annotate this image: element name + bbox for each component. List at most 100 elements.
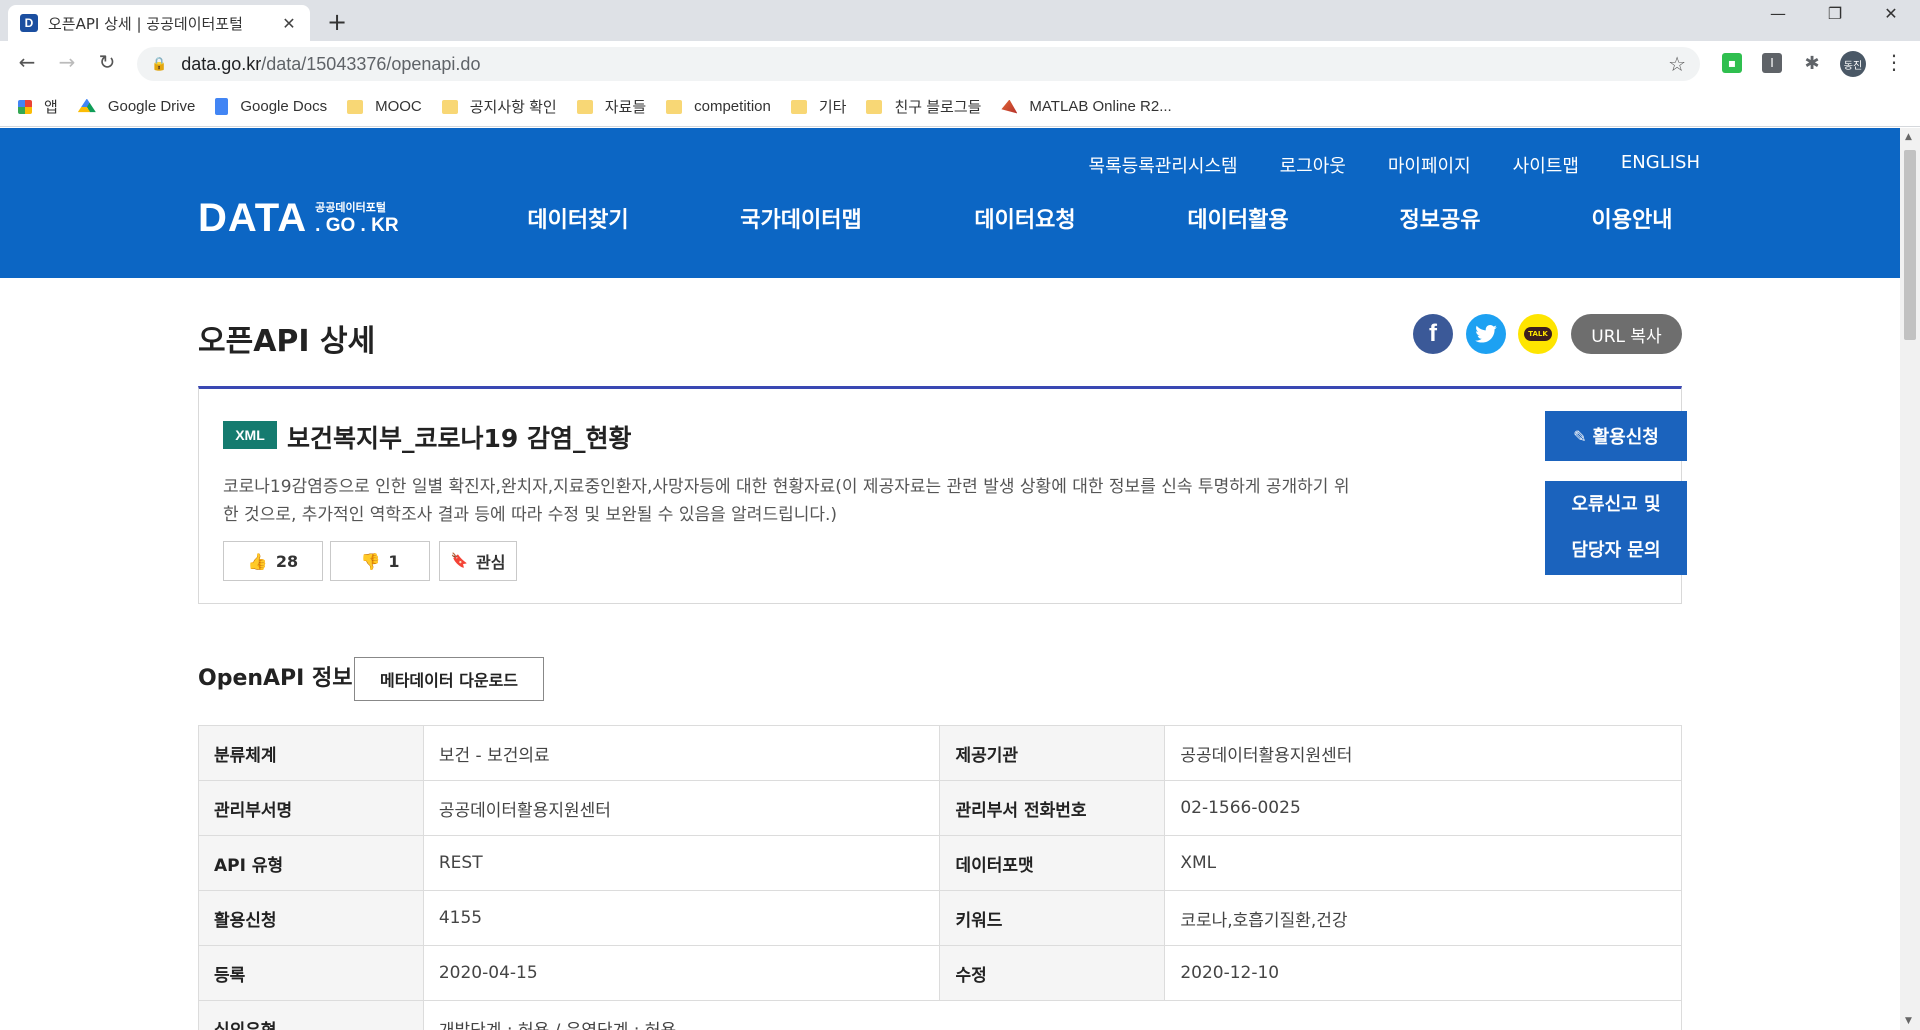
google-drive-icon [77, 98, 96, 113]
browser-toolbar: ← → ↻ 🔒 data.go.kr/data/15043376/openapi… [0, 41, 1920, 87]
page-viewport: 목록등록관리시스템 로그아웃 마이페이지 사이트맵 ENGLISH DATA 공… [0, 128, 1900, 1030]
table-value: 2020-04-15 [422, 945, 941, 1001]
folder-icon [347, 99, 364, 114]
pencil-icon: ✎ [1573, 426, 1587, 446]
favorite-label: 관심 [475, 553, 506, 572]
util-link-logout[interactable]: 로그아웃 [1280, 152, 1346, 178]
openapi-section-title: OpenAPI 정보 [198, 666, 353, 691]
extensions-puzzle-icon[interactable]: ✱ [1802, 53, 1822, 74]
site-favicon: D [20, 14, 38, 32]
bookmark-matlab-online[interactable]: MATLAB Online R2... [1001, 98, 1172, 115]
page-scrollbar[interactable]: ▲ ▼ [1900, 128, 1920, 1030]
tab-title: 오픈API 상세 | 공공데이터포털 [48, 14, 243, 33]
bookmark-icon: 🔖 [450, 553, 468, 569]
table-label: API 유형 [198, 835, 424, 891]
dislike-button[interactable]: 👎 1 [330, 541, 430, 581]
table-row: API 유형 REST 데이터포맷 XML [198, 835, 1682, 891]
util-link-english[interactable]: ENGLISH [1621, 152, 1700, 178]
new-tab-button[interactable]: + [322, 8, 352, 36]
url-host: data.go.kr [181, 53, 262, 74]
back-icon[interactable]: ← [12, 50, 42, 74]
nav-find-data[interactable]: 데이터찾기 [527, 202, 628, 234]
scrollbar-thumb[interactable] [1904, 150, 1916, 340]
bookmark-apps[interactable]: 앱 [18, 96, 58, 117]
table-label: 분류체계 [198, 725, 424, 781]
table-label: 관리부서명 [198, 780, 424, 836]
table-value: 공공데이터활용지원센터 [422, 780, 941, 836]
browser-menu-icon[interactable]: ⋮ [1884, 50, 1904, 74]
url-path: /data/15043376/openapi.do [261, 53, 481, 74]
table-label: 키워드 [939, 890, 1166, 946]
bookmark-folder-friend-blogs[interactable]: 친구 블로그들 [866, 96, 981, 117]
google-docs-icon [215, 98, 229, 115]
page-title: 오픈API 상세 [198, 324, 376, 359]
like-count: 28 [275, 551, 299, 571]
bookmark-folder-notice[interactable]: 공지사항 확인 [441, 96, 557, 117]
nav-data-request[interactable]: 데이터요청 [974, 202, 1075, 234]
report-error-button[interactable]: 오류신고 및 담당자 문의 [1545, 481, 1687, 575]
nav-info-sharing[interactable]: 정보공유 [1400, 202, 1481, 234]
table-row: 분류체계 보건 - 보건의료 제공기관 공공데이터활용지원센터 [198, 725, 1682, 781]
close-window-icon[interactable]: ✕ [1866, 4, 1916, 23]
util-link-mypage[interactable]: 마이페이지 [1388, 152, 1471, 178]
util-link-sitemap[interactable]: 사이트맵 [1513, 152, 1579, 178]
like-button[interactable]: 👍 28 [223, 541, 323, 581]
scroll-up-icon[interactable]: ▲ [1905, 132, 1912, 142]
table-row: 관리부서명 공공데이터활용지원센터 관리부서 전화번호 02-1566-0025 [198, 780, 1682, 836]
minimize-window-icon[interactable]: — [1753, 4, 1803, 23]
browser-tab[interactable]: D 오픈API 상세 | 공공데이터포털 ✕ [8, 5, 310, 41]
kakaotalk-share-icon[interactable]: TALK [1518, 314, 1558, 354]
folder-icon [576, 99, 593, 114]
extension-reader-icon[interactable]: I [1762, 53, 1782, 73]
main-nav: 데이터찾기 국가데이터맵 데이터요청 데이터활용 정보공유 이용안내 [0, 202, 1900, 242]
table-label: 등록 [198, 945, 424, 1001]
bookmark-folder-competition[interactable]: competition [666, 98, 771, 115]
restore-window-icon[interactable]: ❐ [1810, 4, 1860, 23]
table-label: 관리부서 전화번호 [939, 780, 1166, 836]
address-bar[interactable]: 🔒 data.go.kr/data/15043376/openapi.do ☆ [137, 47, 1700, 81]
forward-icon[interactable]: → [52, 50, 82, 74]
dataset-description: 코로나19감염증으로 인한 일별 확진자,완치자,지료중인환자,사망자등에 대한… [223, 477, 1350, 525]
profile-avatar[interactable]: 동진 [1840, 51, 1866, 77]
reload-icon[interactable]: ↻ [92, 50, 122, 74]
folder-icon [666, 99, 683, 114]
matlab-icon [1001, 99, 1018, 114]
table-value: 보건 - 보건의료 [422, 725, 941, 781]
table-value: 코로나,호흡기질환,건강 [1164, 890, 1682, 946]
nav-data-utilization[interactable]: 데이터활용 [1187, 202, 1288, 234]
table-label: 활용신청 [198, 890, 424, 946]
nav-user-guide[interactable]: 이용안내 [1592, 202, 1673, 234]
metadata-download-button[interactable]: 메타데이터 다운로드 [354, 657, 544, 701]
extension-green-icon[interactable]: ▪ [1722, 53, 1742, 73]
format-badge: XML [223, 421, 277, 449]
apps-grid-icon [18, 99, 32, 114]
bookmark-folder-etc[interactable]: 기타 [790, 96, 846, 117]
utility-nav: 목록등록관리시스템 로그아웃 마이페이지 사이트맵 ENGLISH [1089, 152, 1700, 178]
bookmark-google-docs[interactable]: Google Docs [215, 98, 327, 115]
close-tab-icon[interactable]: ✕ [280, 14, 298, 33]
table-value: 개발단계 : 허용 / 운영단계 : 허용 [422, 1000, 1683, 1030]
thumbs-up-icon: 👍 [247, 551, 268, 571]
bookmark-google-drive[interactable]: Google Drive [77, 98, 195, 115]
table-row: 등록 2020-04-15 수정 2020-12-10 [198, 945, 1682, 1001]
browser-tabstrip: D 오픈API 상세 | 공공데이터포털 ✕ + — ❐ ✕ [0, 0, 1920, 41]
scroll-down-icon[interactable]: ▼ [1905, 1016, 1912, 1026]
table-row: 활용신청 4155 키워드 코로나,호흡기질환,건강 [198, 890, 1682, 946]
table-value: 4155 [422, 890, 941, 946]
url-copy-button[interactable]: URL 복사 [1571, 314, 1682, 354]
nav-national-data-map[interactable]: 국가데이터맵 [740, 202, 861, 234]
table-value: 02-1566-0025 [1164, 780, 1682, 836]
bookmark-folder-materials[interactable]: 자료들 [576, 96, 646, 117]
table-value: REST [422, 835, 941, 891]
table-label: 심의유형 [198, 1000, 424, 1030]
facebook-share-icon[interactable]: f [1413, 314, 1453, 354]
bookmark-star-icon[interactable]: ☆ [1668, 52, 1686, 76]
util-link-catalog-system[interactable]: 목록등록관리시스템 [1089, 152, 1238, 178]
bookmark-folder-mooc[interactable]: MOOC [347, 98, 422, 115]
folder-icon [866, 99, 883, 114]
table-value: 2020-12-10 [1164, 945, 1682, 1001]
apply-usage-button[interactable]: ✎ 활용신청 [1545, 411, 1687, 461]
favorite-button[interactable]: 🔖 관심 [439, 541, 517, 581]
table-row: 심의유형 개발단계 : 허용 / 운영단계 : 허용 [198, 1000, 1683, 1030]
twitter-share-icon[interactable] [1466, 314, 1506, 354]
